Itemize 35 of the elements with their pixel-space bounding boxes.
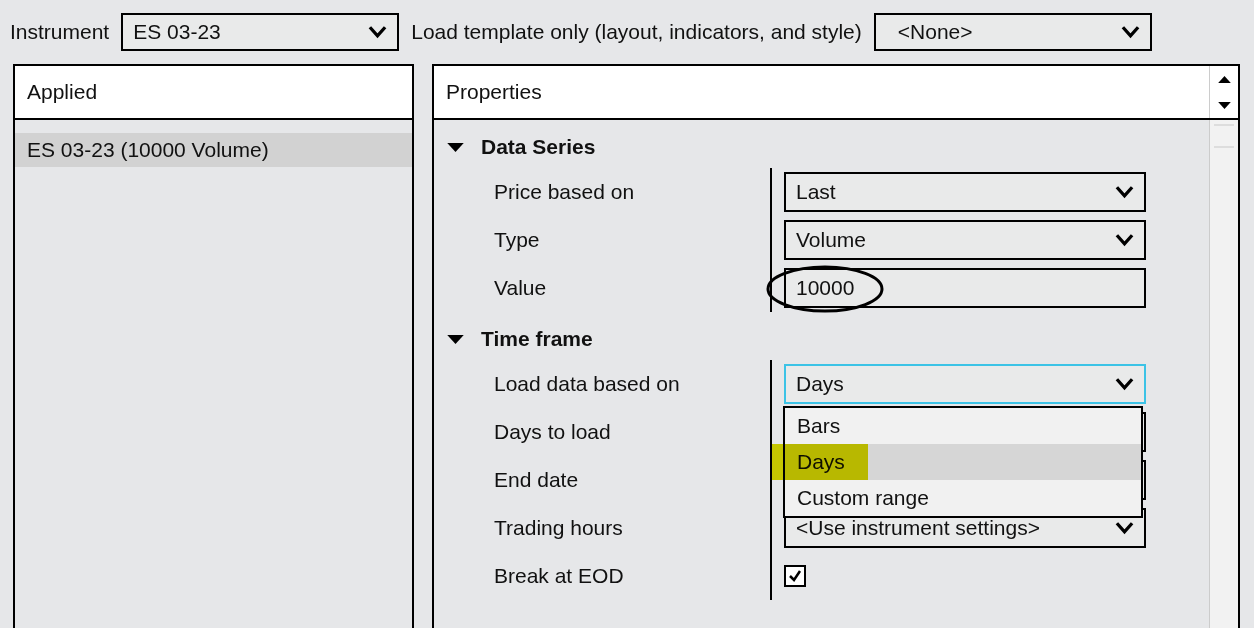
scrollbar[interactable] (1209, 120, 1238, 628)
property-label: Break at EOD (446, 552, 772, 600)
property-label: Value (446, 264, 772, 312)
chevron-icon (1115, 521, 1134, 535)
property-label: Days to load (446, 408, 772, 456)
property-label: Type (446, 216, 772, 264)
section-header[interactable]: Time frame (446, 312, 1209, 360)
property-dropdown[interactable]: Last (784, 172, 1146, 212)
property-label: Trading hours (446, 504, 772, 552)
property-label: Load data based on (446, 360, 772, 408)
template-dropdown[interactable]: <None> (873, 13, 1152, 51)
checkbox[interactable] (784, 565, 806, 587)
checkmark-icon (788, 569, 802, 583)
property-dropdown[interactable]: Volume (784, 220, 1146, 260)
triangle-icon[interactable] (446, 141, 465, 153)
property-dropdown[interactable]: Days (784, 364, 1146, 404)
template-label: Load template only (layout, indicators, and style) (411, 20, 862, 44)
section-header[interactable]: Data Series (446, 120, 1209, 168)
panel-title: Properties (446, 80, 542, 104)
property-label: Price based on (446, 168, 772, 216)
chevron-icon (1115, 185, 1134, 199)
input-field[interactable]: 10000 (784, 268, 1146, 308)
property-label: End date (446, 456, 772, 504)
triangle-icon[interactable] (446, 333, 465, 345)
applied-item[interactable]: ES 03-23 (10000 Volume) (15, 133, 412, 167)
sort-up-icon[interactable] (1216, 74, 1232, 84)
dropdown-option[interactable]: Bars (785, 408, 1141, 444)
sort-down-icon[interactable] (1216, 100, 1232, 110)
chevron-icon (1120, 25, 1140, 39)
instrument-label: Instrument (10, 20, 110, 44)
instrument-dropdown[interactable]: ES 03-23 (121, 13, 400, 51)
chevron-icon (368, 25, 388, 39)
panel-title: Applied (27, 80, 98, 104)
chevron-icon (1115, 377, 1134, 391)
chevron-icon (1115, 233, 1134, 247)
